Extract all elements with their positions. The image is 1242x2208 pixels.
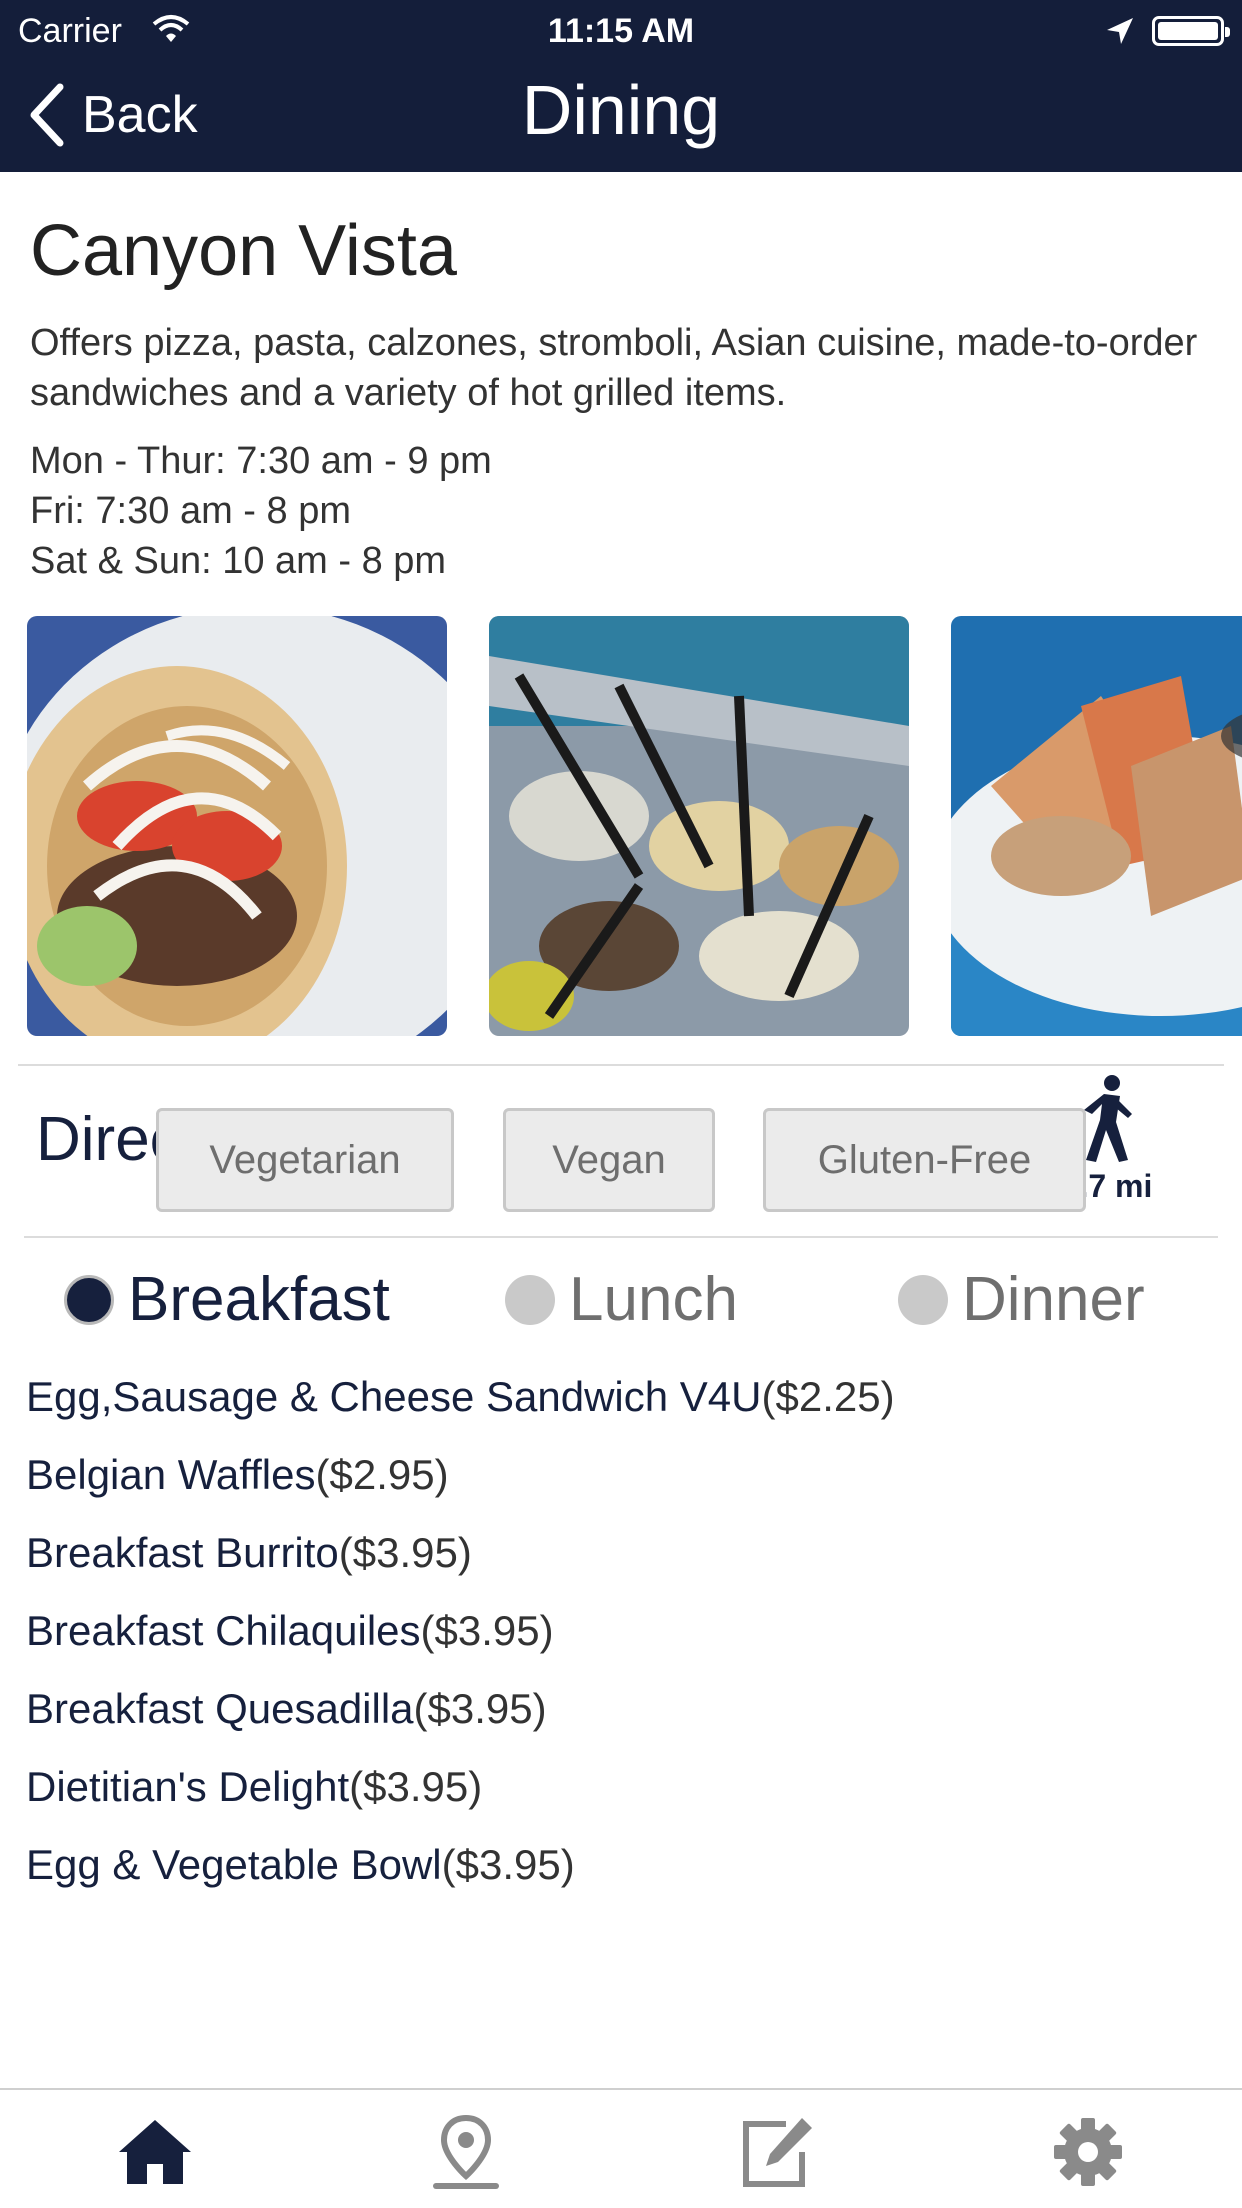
list-item[interactable]: Belgian Waffles($2.95) [26,1436,1226,1514]
food-photo-bar[interactable] [489,616,909,1036]
hours-line: Sat & Sun: 10 am - 8 pm [30,540,447,582]
list-item[interactable]: Egg,Sausage & Cheese Sandwich V4U($2.25) [26,1358,1226,1436]
meal-option-lunch[interactable]: Lunch [505,1264,738,1335]
tab-map[interactable] [426,2112,506,2192]
menu-list: Egg,Sausage & Cheese Sandwich V4U($2.25)… [26,1358,1226,1904]
menu-item-price: ($2.25) [761,1373,895,1420]
edit-icon [743,2118,812,2187]
radio-unselected-icon [898,1274,948,1325]
status-time: 11:15 AM [547,12,695,50]
menu-item-price: ($2.95) [315,1451,449,1498]
menu-item-name: Breakfast Burrito [26,1529,339,1576]
meal-label: Dinner [962,1265,1145,1334]
meal-label: Breakfast [128,1265,390,1334]
tab-feedback[interactable] [736,2112,816,2192]
list-item[interactable]: Dietitian's Delight($3.95) [26,1748,1226,1826]
radio-unselected-icon [505,1274,555,1325]
location-description: Offers pizza, pasta, calzones, stromboli… [30,322,1198,414]
location-hours: Mon - Thur: 7:30 am - 9 pm Fri: 7:30 am … [30,436,492,586]
divider [18,1064,1224,1066]
menu-item-price: ($3.95) [338,1529,472,1576]
menu-item-name: Egg,Sausage & Cheese Sandwich V4U [26,1373,762,1420]
battery-icon [1152,16,1230,46]
menu-item-price: ($3.95) [413,1685,547,1732]
hours-line: Mon - Thur: 7:30 am - 9 pm [30,440,492,482]
menu-item-price: ($3.95) [349,1763,483,1810]
list-item[interactable]: Breakfast Quesadilla($3.95) [26,1670,1226,1748]
meal-label: Lunch [569,1265,738,1334]
gear-icon [1054,2118,1122,2186]
menu-item-price: ($3.95) [441,1841,575,1888]
filter-vegan-button[interactable]: Vegan [503,1108,715,1212]
home-icon [119,2120,191,2184]
top-bar: Carrier 11:15 AM Back Dining [0,0,1242,172]
location-arrow-icon [1107,18,1133,44]
food-photo-pastry[interactable] [951,616,1242,1036]
meal-option-dinner[interactable]: Dinner [898,1264,1145,1335]
nav-bar: Back Dining [0,62,1242,172]
map-pin-icon [433,2114,499,2189]
filter-gluten-free-button[interactable]: Gluten-Free [763,1108,1086,1212]
hours-line: Fri: 7:30 am - 8 pm [30,490,351,532]
meal-option-breakfast[interactable]: Breakfast [64,1264,390,1335]
food-photo-gyro[interactable] [27,616,447,1036]
photo-carousel[interactable] [0,616,1242,1036]
page-title: Dining [521,71,721,149]
menu-item-price: ($3.95) [420,1607,554,1654]
menu-item-name: Dietitian's Delight [26,1763,350,1810]
status-bar: Carrier 11:15 AM [0,0,1242,62]
list-item[interactable]: Breakfast Burrito($3.95) [26,1514,1226,1592]
divider [24,1236,1218,1238]
list-item[interactable]: Egg & Vegetable Bowl($3.95) [26,1826,1226,1904]
list-item[interactable]: Breakfast Chilaquiles($3.95) [26,1592,1226,1670]
location-name: Canyon Vista [30,211,457,291]
tab-bar [0,2088,1242,2208]
tab-home[interactable] [115,2112,195,2192]
menu-item-name: Belgian Waffles [26,1451,316,1498]
menu-item-name: Breakfast Quesadilla [26,1685,414,1732]
radio-selected-icon [64,1274,114,1325]
menu-item-name: Breakfast Chilaquiles [26,1607,421,1654]
tab-settings[interactable] [1048,2112,1128,2192]
filter-vegetarian-button[interactable]: Vegetarian [156,1108,454,1212]
menu-item-name: Egg & Vegetable Bowl [26,1841,442,1888]
